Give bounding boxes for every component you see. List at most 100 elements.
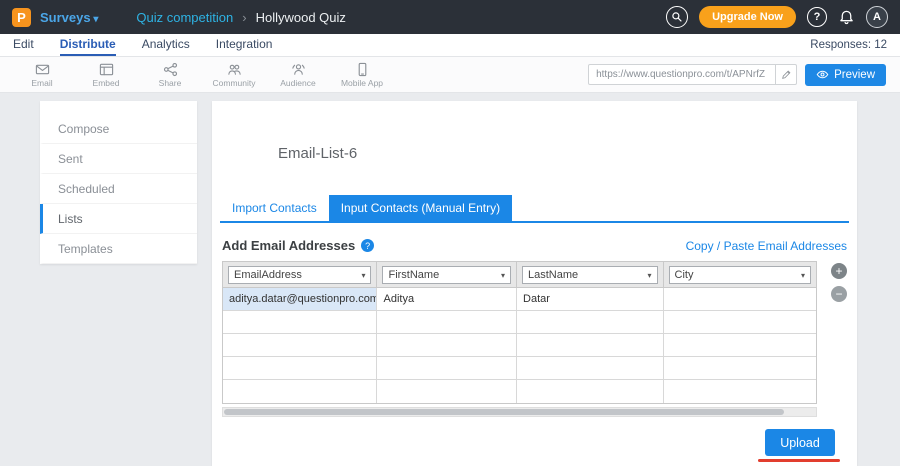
email-sidebar: Compose Sent Scheduled Lists Templates <box>40 101 197 264</box>
cell-email[interactable] <box>223 357 377 380</box>
app-window: P Surveys Quiz competition Hollywood Qui… <box>0 0 900 466</box>
sidebar-item-sent[interactable]: Sent <box>40 144 197 174</box>
questionpro-logo[interactable]: P <box>12 8 31 27</box>
tab-distribute[interactable]: Distribute <box>60 34 116 56</box>
toolbar-item-share[interactable]: Share <box>142 62 198 88</box>
help-icon[interactable]: ? <box>361 239 374 252</box>
breadcrumb-survey-link[interactable]: Quiz competition <box>136 10 233 25</box>
table-header-row: Add Email Addresses ? Copy / Paste Email… <box>222 238 847 253</box>
breadcrumb-separator <box>242 10 246 25</box>
distribute-toolbar: Email Embed Share Community Audience Mob… <box>0 57 900 93</box>
sidebar-item-lists[interactable]: Lists <box>40 204 197 234</box>
surveys-menu[interactable]: Surveys <box>40 10 98 25</box>
topbar-actions: Upgrade Now ? A <box>666 6 888 28</box>
tab-integration[interactable]: Integration <box>216 34 273 56</box>
sidebar-item-compose[interactable]: Compose <box>40 114 197 144</box>
contacts-tabbar: Import Contacts Input Contacts (Manual E… <box>220 195 849 223</box>
table-row <box>223 380 816 403</box>
toolbar-item-embed[interactable]: Embed <box>78 62 134 88</box>
share-icon <box>163 62 178 77</box>
audience-icon <box>291 62 306 77</box>
preview-button[interactable]: Preview <box>805 64 886 86</box>
survey-url-field[interactable]: https://www.questionpro.com/t/APNrfZ <box>588 64 797 85</box>
survey-nav: Edit Distribute Analytics Integration Re… <box>0 34 900 57</box>
cell-email[interactable]: aditya.datar@questionpro.com <box>223 288 377 311</box>
table-row: aditya.datar@questionpro.com Aditya Data… <box>223 288 816 311</box>
survey-url-text[interactable]: https://www.questionpro.com/t/APNrfZ <box>589 69 775 80</box>
contacts-grid-header: EmailAddress FirstName LastName City <box>222 261 817 288</box>
cell-email[interactable] <box>223 311 377 334</box>
cell-city[interactable] <box>664 334 816 357</box>
tab-input-contacts-manual[interactable]: Input Contacts (Manual Entry) <box>329 195 512 221</box>
cell-first-name[interactable] <box>377 380 517 403</box>
toolbar-item-label: Share <box>159 78 182 88</box>
toolbar-item-mobile-app[interactable]: Mobile App <box>334 62 390 88</box>
cell-city[interactable] <box>664 357 816 380</box>
content-area: Compose Sent Scheduled Lists Templates E… <box>0 93 900 466</box>
toolbar-item-label: Mobile App <box>341 78 383 88</box>
contacts-grid: EmailAddress FirstName LastName City adi… <box>222 261 817 404</box>
search-icon[interactable] <box>666 6 688 28</box>
embed-icon <box>99 62 114 77</box>
avatar[interactable]: A <box>866 6 888 28</box>
toolbar-item-community[interactable]: Community <box>206 62 262 88</box>
help-icon[interactable]: ? <box>807 7 827 27</box>
community-icon <box>227 62 242 77</box>
cell-last-name[interactable] <box>517 311 664 334</box>
scrollbar-thumb[interactable] <box>224 409 784 415</box>
contacts-grid-body: aditya.datar@questionpro.com Aditya Data… <box>222 288 817 404</box>
red-annotation-underline <box>758 459 840 462</box>
responses-count[interactable]: Responses: 12 <box>810 34 887 56</box>
add-email-addresses-label: Add Email Addresses <box>222 238 355 253</box>
notifications-icon[interactable] <box>838 9 855 26</box>
email-list-panel: Email-List-6 Import Contacts Input Conta… <box>212 101 857 466</box>
breadcrumb: Quiz competition Hollywood Quiz <box>136 10 346 25</box>
cell-first-name[interactable]: Aditya <box>377 288 517 311</box>
column-select-city[interactable]: City <box>669 266 811 284</box>
toolbar-item-audience[interactable]: Audience <box>270 62 326 88</box>
sidebar-item-templates[interactable]: Templates <box>40 234 197 264</box>
cell-city[interactable] <box>664 288 816 311</box>
toolbar-item-label: Email <box>31 78 52 88</box>
table-row <box>223 311 816 334</box>
preview-label: Preview <box>834 69 875 81</box>
column-select-first-name[interactable]: FirstName <box>382 266 511 284</box>
remove-row-button[interactable]: − <box>831 286 847 302</box>
cell-first-name[interactable] <box>377 357 517 380</box>
breadcrumb-current: Hollywood Quiz <box>256 10 346 25</box>
toolbar-item-label: Community <box>213 78 256 88</box>
column-select-email[interactable]: EmailAddress <box>228 266 371 284</box>
tab-analytics[interactable]: Analytics <box>142 34 190 56</box>
cell-last-name[interactable] <box>517 380 664 403</box>
horizontal-scrollbar[interactable] <box>222 407 817 417</box>
mobile-app-icon <box>355 62 370 77</box>
sidebar-item-scheduled[interactable]: Scheduled <box>40 174 197 204</box>
email-icon <box>35 62 50 77</box>
table-row <box>223 334 816 357</box>
eye-icon <box>816 69 829 80</box>
toolbar-item-email[interactable]: Email <box>14 62 70 88</box>
page-title: Email-List-6 <box>278 145 357 162</box>
cell-first-name[interactable] <box>377 334 517 357</box>
topbar: P Surveys Quiz competition Hollywood Qui… <box>0 0 900 34</box>
table-row <box>223 357 816 380</box>
upgrade-button[interactable]: Upgrade Now <box>699 6 796 28</box>
cell-last-name[interactable] <box>517 334 664 357</box>
cell-email[interactable] <box>223 380 377 403</box>
column-select-last-name[interactable]: LastName <box>522 266 658 284</box>
upload-button[interactable]: Upload <box>765 429 835 456</box>
cell-last-name[interactable]: Datar <box>517 288 664 311</box>
tab-import-contacts[interactable]: Import Contacts <box>220 195 329 221</box>
tab-edit[interactable]: Edit <box>13 34 34 56</box>
add-row-button[interactable]: + <box>831 263 847 279</box>
toolbar-item-label: Embed <box>93 78 120 88</box>
cell-email[interactable] <box>223 334 377 357</box>
edit-url-icon[interactable] <box>775 65 796 84</box>
copy-paste-link[interactable]: Copy / Paste Email Addresses <box>686 239 847 253</box>
survey-link-group: https://www.questionpro.com/t/APNrfZ Pre… <box>588 64 886 86</box>
cell-last-name[interactable] <box>517 357 664 380</box>
cell-city[interactable] <box>664 380 816 403</box>
cell-city[interactable] <box>664 311 816 334</box>
toolbar-item-label: Audience <box>280 78 315 88</box>
cell-first-name[interactable] <box>377 311 517 334</box>
